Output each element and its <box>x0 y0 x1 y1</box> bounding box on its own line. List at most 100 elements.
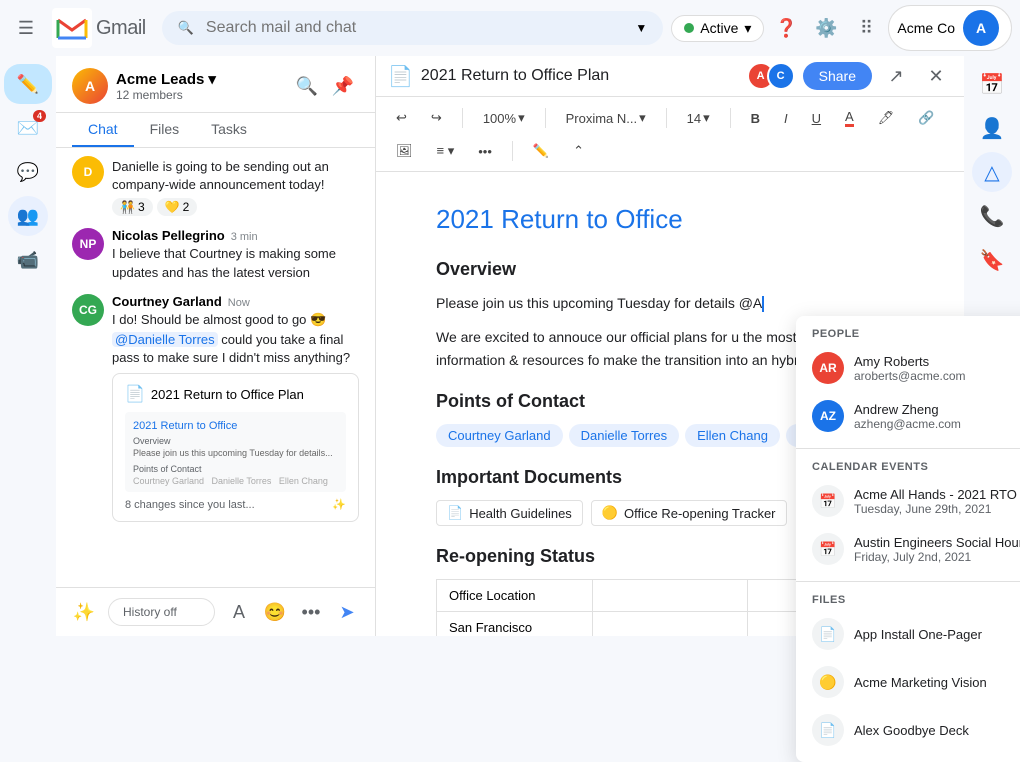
highlight-btn[interactable]: 🖊 <box>870 106 903 130</box>
calendar-right-icon[interactable]: 📅 <box>972 64 1012 104</box>
popup-files-section: FILES 📄 App Install One-Pager 🟡 Acme Mar… <box>796 582 1020 762</box>
separator <box>545 108 546 128</box>
separator <box>462 108 463 128</box>
chat-input-box[interactable]: History off <box>108 598 215 626</box>
spaces-icon[interactable]: 👥 <box>8 196 48 236</box>
menu-icon[interactable]: ☰ <box>8 10 44 46</box>
redo-btn[interactable]: ↪ <box>423 106 450 130</box>
send-icon[interactable]: ➤ <box>331 596 363 628</box>
doc-preview[interactable]: 📄 2021 Return to Office Plan 2021 Return… <box>112 373 359 522</box>
settings-icon[interactable]: ⚙️ <box>808 10 844 46</box>
chip-1: Courtney Garland <box>436 424 563 447</box>
help-icon[interactable]: ❓ <box>768 10 804 46</box>
popup-person-1-name: Amy Roberts <box>854 354 966 369</box>
popup-person-1[interactable]: AR Amy Roberts aroberts@acme.com <box>796 344 1020 392</box>
file-icon: 📄 <box>812 618 844 650</box>
list-item: CG Courtney Garland Now I do! Should be … <box>72 294 359 523</box>
acme-section[interactable]: Acme Co A <box>888 5 1012 51</box>
search-chat-icon[interactable]: 🔍 <box>291 70 323 102</box>
chat-messages: D Danielle is going to be sending out an… <box>56 148 375 587</box>
typing-cursor <box>762 296 764 312</box>
popup-event-1-info: Acme All Hands - 2021 RTO Tuesday, June … <box>854 487 1017 516</box>
bold-btn[interactable]: B <box>743 107 768 130</box>
tab-tasks[interactable]: Tasks <box>195 113 263 147</box>
emoji-icon[interactable]: 😊 <box>259 596 291 628</box>
collapse-btn[interactable]: ⌃ <box>565 139 592 163</box>
popup-file-1[interactable]: 📄 App Install One-Pager <box>796 610 1020 658</box>
popup-people-section: PEOPLE AR Amy Roberts aroberts@acme.com … <box>796 316 1020 448</box>
align-btn[interactable]: ≡ ▾ <box>429 139 463 163</box>
font-size-btn[interactable]: 14 ▾ <box>679 106 718 130</box>
image-btn[interactable]: 🖼 <box>388 139 421 163</box>
popup-file-2[interactable]: 🟡 Acme Marketing Vision <box>796 658 1020 706</box>
doc-preview-title: 📄 2021 Return to Office Plan <box>125 384 346 404</box>
search-input[interactable] <box>206 19 623 37</box>
doc-link-1[interactable]: 📄 Health Guidelines <box>436 500 583 526</box>
pin-icon[interactable]: 📌 <box>327 70 359 102</box>
popup-event-1[interactable]: 📅 Acme All Hands - 2021 RTO Tuesday, Jun… <box>796 477 1020 525</box>
active-dot <box>684 23 694 33</box>
mail-btn[interactable]: ✉️ 4 <box>8 108 48 148</box>
zoom-btn[interactable]: 100% ▾ <box>475 106 533 130</box>
acme-avatar: A <box>963 10 999 46</box>
underline-btn[interactable]: U <box>804 107 829 130</box>
chat-group-name: Acme Leads ▾ <box>116 70 283 88</box>
drive-right-icon[interactable]: △ <box>972 152 1012 192</box>
color-btn[interactable]: A <box>837 105 862 131</box>
more-icon[interactable]: ••• <box>295 596 327 628</box>
close-doc-icon[interactable]: ✕ <box>920 60 952 92</box>
link-btn[interactable]: 🔗 <box>910 106 942 130</box>
share-button[interactable]: Share <box>803 62 872 90</box>
search-dropdown-icon[interactable]: ▼ <box>635 21 647 35</box>
msg-mention-text: @Danielle Torres could you take a final … <box>112 331 359 367</box>
doc-link-2[interactable]: 🟡 Office Re-opening Tracker <box>591 500 787 526</box>
popup-file-3[interactable]: 📄 Alex Goodbye Deck <box>796 706 1020 754</box>
msg-text: Danielle is going to be sending out an c… <box>112 158 359 194</box>
active-badge[interactable]: Active ▾ <box>671 15 764 42</box>
msg-text: I believe that Courtney is making some u… <box>112 245 359 281</box>
edit-icon[interactable]: ✏️ <box>525 139 557 163</box>
popup-event-2[interactable]: 📅 Austin Engineers Social Hour Friday, J… <box>796 525 1020 573</box>
popup-person-2[interactable]: AZ Andrew Zheng azheng@acme.com <box>796 392 1020 440</box>
apps-icon[interactable]: ⠿ <box>848 10 884 46</box>
calendar-icon: 📅 <box>812 533 844 565</box>
open-external-icon[interactable]: ↗ <box>880 60 912 92</box>
left-sidebar: ✏️ ✉️ 4 💬 👥 📹 <box>0 56 56 636</box>
top-bar: ☰ Gmail 🔍 ▼ Active ▾ ❓ ⚙️ ⠿ Acme Co A <box>0 0 1020 56</box>
main-area: ✏️ ✉️ 4 💬 👥 📹 A Acme Leads ▾ 12 members … <box>0 56 1020 636</box>
undo-btn[interactable]: ↩ <box>388 106 415 130</box>
msg-content: Danielle is going to be sending out an c… <box>112 156 359 216</box>
tab-files[interactable]: Files <box>134 113 196 147</box>
font-btn[interactable]: Proxima N... ▾ <box>558 106 654 130</box>
compose-icon[interactable]: ✏️ <box>4 64 52 104</box>
format-icon[interactable]: A <box>223 596 255 628</box>
tab-chat[interactable]: Chat <box>72 113 134 147</box>
doc-thumbnail: 2021 Return to Office Overview Please jo… <box>125 412 346 492</box>
chat-icon[interactable]: 💬 <box>8 152 48 192</box>
popup-person-2-email: azheng@acme.com <box>854 417 961 431</box>
overview-title: Overview <box>436 259 904 280</box>
popup-file-1-name: App Install One-Pager <box>854 627 982 642</box>
italic-btn[interactable]: I <box>776 107 796 130</box>
people-right-icon[interactable]: 👤 <box>972 108 1012 148</box>
reaction-1[interactable]: 🧑‍🤝‍🧑 3 <box>112 198 153 216</box>
doc-footer: 8 changes since you last... ✨ <box>125 498 346 511</box>
doc-title-bar: 📄 2021 Return to Office Plan A C Share ↗… <box>376 56 964 97</box>
popup-calendar-section: CALENDAR EVENTS 📅 Acme All Hands - 2021 … <box>796 449 1020 581</box>
more-toolbar-btn[interactable]: ••• <box>470 140 500 163</box>
popup-event-2-name: Austin Engineers Social Hour <box>854 535 1020 550</box>
bookmark-right-icon[interactable]: 🔖 <box>972 240 1012 280</box>
avatar: AR <box>812 352 844 384</box>
calendar-icon: 📅 <box>812 485 844 517</box>
group-dropdown-icon[interactable]: ▾ <box>208 70 216 88</box>
search-bar[interactable]: 🔍 ▼ <box>162 11 664 45</box>
chat-group-avatar: A <box>72 68 108 104</box>
history-off-label: History off <box>123 605 177 619</box>
sparkle-icon: ✨ <box>332 498 346 511</box>
list-item: D Danielle is going to be sending out an… <box>72 156 359 216</box>
sparkle-btn[interactable]: ✨ <box>68 596 100 628</box>
phone-right-icon[interactable]: 📞 <box>972 196 1012 236</box>
mention-chip[interactable]: @Danielle Torres <box>112 332 218 347</box>
meet-icon[interactable]: 📹 <box>8 240 48 280</box>
reaction-2[interactable]: 💛 2 <box>157 198 198 216</box>
